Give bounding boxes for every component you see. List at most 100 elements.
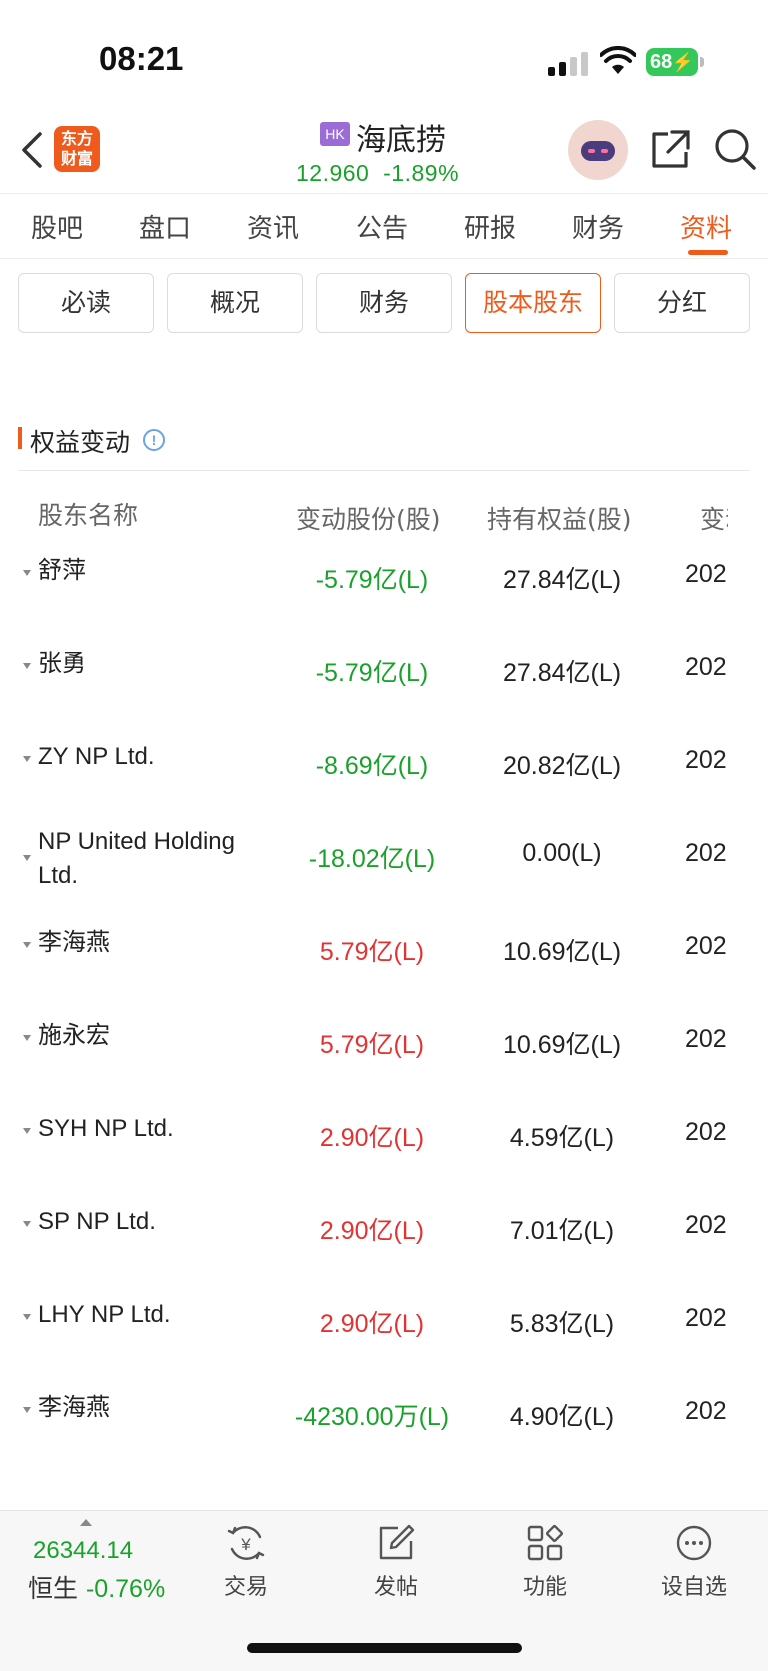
expand-arrow-icon[interactable] xyxy=(23,663,31,669)
svg-text:¥: ¥ xyxy=(240,1535,251,1554)
shareholder-name: 施永宏 xyxy=(38,1022,110,1049)
tab-finance[interactable]: 财务 xyxy=(572,208,624,245)
expand-arrow-icon[interactable] xyxy=(23,855,31,861)
cellular-signal-icon xyxy=(548,50,590,76)
tab-guba[interactable]: 股吧 xyxy=(31,208,83,245)
subtab-must-read[interactable]: 必读 xyxy=(18,273,154,333)
info-icon[interactable]: ! xyxy=(143,429,165,451)
section-title: 权益变动 xyxy=(30,428,131,457)
nav-trade-label: 交易 xyxy=(223,1575,268,1600)
table-row[interactable]: 张勇 -5.79亿(L) 27.84亿(L) 202 xyxy=(0,641,728,733)
share-icon[interactable] xyxy=(648,128,692,172)
expand-arrow-icon[interactable] xyxy=(23,1221,31,1227)
index-value: 26344.14 xyxy=(33,1537,134,1564)
change-shares: 5.79亿(L) xyxy=(319,1031,425,1059)
compose-icon xyxy=(379,1524,415,1560)
table-row[interactable]: SYH NP Ltd. 2.90亿(L) 4.59亿(L) 202 xyxy=(0,1106,728,1198)
index-label: 恒生 -0.76% xyxy=(28,1569,165,1605)
equity-change-table[interactable]: 股东名称 变动股份(股) 持有权益(股) 变动 舒萍 -5.79亿(L) 27.… xyxy=(0,480,728,1500)
expand-arrow-icon[interactable] xyxy=(23,942,31,948)
expand-arrow-icon[interactable] xyxy=(23,570,31,576)
battery-level: 68 xyxy=(650,51,673,73)
more-dots-icon xyxy=(676,1525,712,1561)
nav-functions-label: 功能 xyxy=(522,1575,567,1600)
stock-price: 12.960 xyxy=(296,160,370,186)
holding-shares: 5.83亿(L) xyxy=(509,1310,615,1338)
nav-post[interactable]: 发帖 xyxy=(346,1523,446,1601)
shareholder-name: SP NP Ltd. xyxy=(38,1208,156,1235)
table-row[interactable]: 施永宏 5.79亿(L) 10.69亿(L) 202 xyxy=(0,1013,728,1105)
tab-profile[interactable]: 资料 xyxy=(680,208,732,245)
holding-shares: 10.69亿(L) xyxy=(502,1031,622,1059)
nav-trade[interactable]: ¥ 交易 xyxy=(196,1523,296,1601)
holding-shares: 4.90亿(L) xyxy=(509,1403,615,1431)
expand-arrow-icon[interactable] xyxy=(23,1314,31,1320)
stock-quote: 12.960 -1.89% xyxy=(296,160,459,187)
table-row[interactable]: ZY NP Ltd. -8.69亿(L) 20.82亿(L) 202 xyxy=(0,734,728,826)
trade-yen-icon: ¥ xyxy=(227,1526,265,1560)
expand-arrow-icon[interactable] xyxy=(23,756,31,762)
change-date: 202 xyxy=(685,932,727,960)
shareholder-name: 舒萍 xyxy=(38,557,86,584)
expand-arrow-icon[interactable] xyxy=(23,1407,31,1413)
subtab-dividend[interactable]: 分红 xyxy=(614,273,750,333)
table-row[interactable]: NP United Holding Ltd. -18.02亿(L) 0.00(L… xyxy=(0,827,728,919)
table-row[interactable]: 李海燕 5.79亿(L) 10.69亿(L) 202 xyxy=(0,920,728,1012)
change-date: 202 xyxy=(685,746,727,774)
section-accent-bar xyxy=(18,427,22,449)
table-row[interactable]: SP NP Ltd. 2.90亿(L) 7.01亿(L) 202 xyxy=(0,1199,728,1291)
col-header-change-date: 变动 xyxy=(700,505,728,534)
change-date: 202 xyxy=(685,1025,727,1053)
shareholder-name: 张勇 xyxy=(38,650,86,677)
section-divider xyxy=(18,470,750,471)
change-shares: -8.69亿(L) xyxy=(315,752,429,780)
nav-functions[interactable]: 功能 xyxy=(495,1523,595,1601)
change-shares: -4230.00万(L) xyxy=(294,1403,450,1431)
robot-face-icon xyxy=(581,141,615,161)
search-icon[interactable] xyxy=(712,126,758,172)
status-bar: 08:21 68 ⚡ xyxy=(0,0,768,110)
table-row[interactable]: LHY NP Ltd. 2.90亿(L) 5.83亿(L) 202 xyxy=(0,1292,728,1384)
tab-announcements[interactable]: 公告 xyxy=(356,208,408,245)
col-header-change-shares: 变动股份(股) xyxy=(296,505,441,534)
nav-add-watchlist[interactable]: 设自选 xyxy=(644,1523,744,1601)
change-date: 202 xyxy=(685,1304,727,1332)
shareholder-name: 李海燕 xyxy=(38,1394,110,1421)
holding-shares: 27.84亿(L) xyxy=(502,659,622,687)
col-header-shareholder: 股东名称 xyxy=(38,501,139,530)
index-name: 恒生 xyxy=(28,1574,79,1603)
stock-change-percent: -1.89% xyxy=(383,160,460,186)
change-shares: -5.79亿(L) xyxy=(315,659,429,687)
home-indicator[interactable] xyxy=(247,1643,522,1653)
app-logo[interactable]: 东方财富 xyxy=(54,126,100,172)
subtab-overview[interactable]: 概况 xyxy=(167,273,303,333)
grid-icon xyxy=(527,1524,564,1561)
holding-shares: 10.69亿(L) xyxy=(502,938,622,966)
ai-assistant-avatar[interactable] xyxy=(568,120,628,180)
main-tabs: 股吧 盘口 资讯 公告 研报 财务 资料 xyxy=(0,193,768,259)
stock-header: 东方财富 HK 海底捞 12.960 -1.89% xyxy=(0,110,768,192)
subtab-finance[interactable]: 财务 xyxy=(316,273,452,333)
status-time: 08:21 xyxy=(99,40,184,77)
back-arrow-icon[interactable] xyxy=(18,130,46,170)
change-date: 202 xyxy=(685,653,727,681)
change-shares: -5.79亿(L) xyxy=(315,566,429,594)
shareholder-name: SYH NP Ltd. xyxy=(38,1115,174,1142)
market-badge: HK xyxy=(320,122,350,146)
table-row[interactable]: 舒萍 -5.79亿(L) 27.84亿(L) 202 xyxy=(0,548,728,640)
holding-shares: 20.82亿(L) xyxy=(502,752,622,780)
table-row[interactable]: 李海燕 -4230.00万(L) 4.90亿(L) 202 xyxy=(0,1385,728,1477)
tab-news[interactable]: 资讯 xyxy=(247,208,299,245)
caret-up-icon xyxy=(80,1519,92,1526)
battery-indicator: 68 ⚡ xyxy=(646,48,698,76)
holding-shares: 4.59亿(L) xyxy=(509,1124,615,1152)
tab-pankou[interactable]: 盘口 xyxy=(139,208,191,245)
charging-bolt-icon: ⚡ xyxy=(671,52,694,72)
wifi-icon xyxy=(600,46,636,74)
expand-arrow-icon[interactable] xyxy=(23,1128,31,1134)
expand-arrow-icon[interactable] xyxy=(23,1035,31,1041)
holding-shares: 7.01亿(L) xyxy=(509,1217,615,1245)
stock-name: 海底捞 xyxy=(356,123,446,158)
subtab-share-capital[interactable]: 股本股东 xyxy=(465,273,601,333)
tab-research[interactable]: 研报 xyxy=(464,208,516,245)
